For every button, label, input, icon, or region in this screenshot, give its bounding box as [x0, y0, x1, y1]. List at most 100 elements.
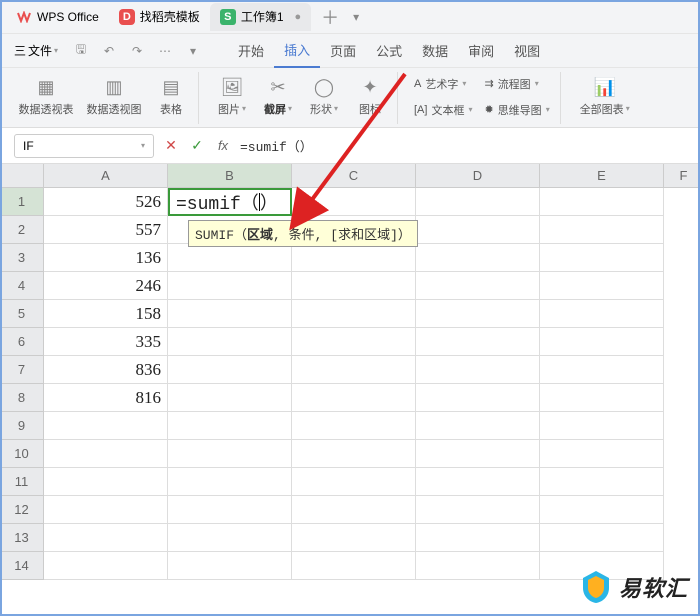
icon-button[interactable]: ✦ 图标: [349, 72, 391, 122]
row-header-12[interactable]: 12: [0, 496, 44, 524]
cell-c3[interactable]: [292, 244, 416, 272]
tab-templates[interactable]: D 找稻壳模板: [109, 3, 210, 31]
screenshot-button[interactable]: ✂ 截屏▾: [257, 72, 299, 122]
tab-review[interactable]: 审阅: [458, 34, 504, 68]
cell-a7[interactable]: 836: [44, 356, 168, 384]
cell-a6[interactable]: 335: [44, 328, 168, 356]
cell-b12[interactable]: [168, 496, 292, 524]
row-header-6[interactable]: 6: [0, 328, 44, 356]
allcharts-button[interactable]: 📊 全部图表▾: [573, 72, 637, 122]
cell-a11[interactable]: [44, 468, 168, 496]
cell-a13[interactable]: [44, 524, 168, 552]
col-header-b[interactable]: B: [168, 164, 292, 188]
col-header-c[interactable]: C: [292, 164, 416, 188]
close-tab-icon[interactable]: ●: [295, 11, 302, 23]
table-button[interactable]: ▤ 表格: [150, 72, 192, 122]
row-header-10[interactable]: 10: [0, 440, 44, 468]
cell-c8[interactable]: [292, 384, 416, 412]
cell-c1[interactable]: [292, 188, 416, 216]
cell-e9[interactable]: [540, 412, 664, 440]
pivot-table-button[interactable]: ▦ 数据透视表: [14, 72, 78, 122]
fx-button[interactable]: fx: [214, 137, 232, 155]
cell-a2[interactable]: 557: [44, 216, 168, 244]
tab-menu-button[interactable]: ▾: [343, 4, 369, 30]
undo-button[interactable]: ↶: [96, 38, 122, 64]
cell-d2[interactable]: [416, 216, 540, 244]
cell-e8[interactable]: [540, 384, 664, 412]
tab-home[interactable]: 开始: [228, 34, 274, 68]
cell-d13[interactable]: [416, 524, 540, 552]
cell-a8[interactable]: 816: [44, 384, 168, 412]
cell-a9[interactable]: [44, 412, 168, 440]
row-header-5[interactable]: 5: [0, 300, 44, 328]
tab-formula[interactable]: 公式: [366, 34, 412, 68]
row-header-2[interactable]: 2: [0, 216, 44, 244]
cell-b6[interactable]: [168, 328, 292, 356]
cell-d12[interactable]: [416, 496, 540, 524]
cell-e13[interactable]: [540, 524, 664, 552]
cell-b8[interactable]: [168, 384, 292, 412]
cell-a10[interactable]: [44, 440, 168, 468]
cell-d11[interactable]: [416, 468, 540, 496]
cell-d8[interactable]: [416, 384, 540, 412]
cell-c13[interactable]: [292, 524, 416, 552]
file-menu[interactable]: 三 文件 ▾: [6, 39, 66, 62]
cell-d5[interactable]: [416, 300, 540, 328]
cell-e1[interactable]: [540, 188, 664, 216]
picture-button[interactable]: 🖼 图片▾: [211, 72, 253, 122]
cell-c6[interactable]: [292, 328, 416, 356]
name-box[interactable]: IF ▾: [14, 134, 154, 158]
row-header-4[interactable]: 4: [0, 272, 44, 300]
cell-d7[interactable]: [416, 356, 540, 384]
wordart-button[interactable]: A艺术字▾: [410, 72, 476, 96]
row-header-9[interactable]: 9: [0, 412, 44, 440]
cell-a14[interactable]: [44, 552, 168, 580]
cell-e10[interactable]: [540, 440, 664, 468]
cell-a3[interactable]: 136: [44, 244, 168, 272]
cell-a5[interactable]: 158: [44, 300, 168, 328]
cell-d9[interactable]: [416, 412, 540, 440]
cell-d4[interactable]: [416, 272, 540, 300]
cell-b7[interactable]: [168, 356, 292, 384]
row-header-8[interactable]: 8: [0, 384, 44, 412]
row-header-11[interactable]: 11: [0, 468, 44, 496]
cell-e6[interactable]: [540, 328, 664, 356]
col-header-d[interactable]: D: [416, 164, 540, 188]
pivot-chart-button[interactable]: ▥ 数据透视图: [82, 72, 146, 122]
cell-b3[interactable]: [168, 244, 292, 272]
cell-b4[interactable]: [168, 272, 292, 300]
row-header-3[interactable]: 3: [0, 244, 44, 272]
new-tab-button[interactable]: ＋: [321, 4, 339, 30]
cancel-formula-button[interactable]: ✕: [162, 137, 180, 155]
mindmap-button[interactable]: ✹思维导图▾: [480, 98, 553, 122]
cell-a1[interactable]: 526: [44, 188, 168, 216]
cell-c5[interactable]: [292, 300, 416, 328]
flowchart-button[interactable]: ⇉流程图▾: [480, 72, 553, 96]
col-header-a[interactable]: A: [44, 164, 168, 188]
cell-e12[interactable]: [540, 496, 664, 524]
tab-workbook[interactable]: S 工作簿1 ●: [210, 3, 311, 31]
cell-b9[interactable]: [168, 412, 292, 440]
cell-c14[interactable]: [292, 552, 416, 580]
cell-e4[interactable]: [540, 272, 664, 300]
cell-c4[interactable]: [292, 272, 416, 300]
cell-c9[interactable]: [292, 412, 416, 440]
cell-d1[interactable]: [416, 188, 540, 216]
textbox-button[interactable]: [A]文本框▾: [410, 98, 476, 122]
cell-c10[interactable]: [292, 440, 416, 468]
cell-b1-editing[interactable]: =sumif（）: [168, 188, 292, 216]
cell-b10[interactable]: [168, 440, 292, 468]
cell-e2[interactable]: [540, 216, 664, 244]
cell-c11[interactable]: [292, 468, 416, 496]
cell-a4[interactable]: 246: [44, 272, 168, 300]
cell-c7[interactable]: [292, 356, 416, 384]
redo-button[interactable]: ↷: [124, 38, 150, 64]
tab-data[interactable]: 数据: [412, 34, 458, 68]
tab-view[interactable]: 视图: [504, 34, 550, 68]
tab-page[interactable]: 页面: [320, 34, 366, 68]
row-header-13[interactable]: 13: [0, 524, 44, 552]
cell-a12[interactable]: [44, 496, 168, 524]
tab-insert[interactable]: 插入: [274, 34, 320, 68]
cell-b11[interactable]: [168, 468, 292, 496]
cell-d10[interactable]: [416, 440, 540, 468]
